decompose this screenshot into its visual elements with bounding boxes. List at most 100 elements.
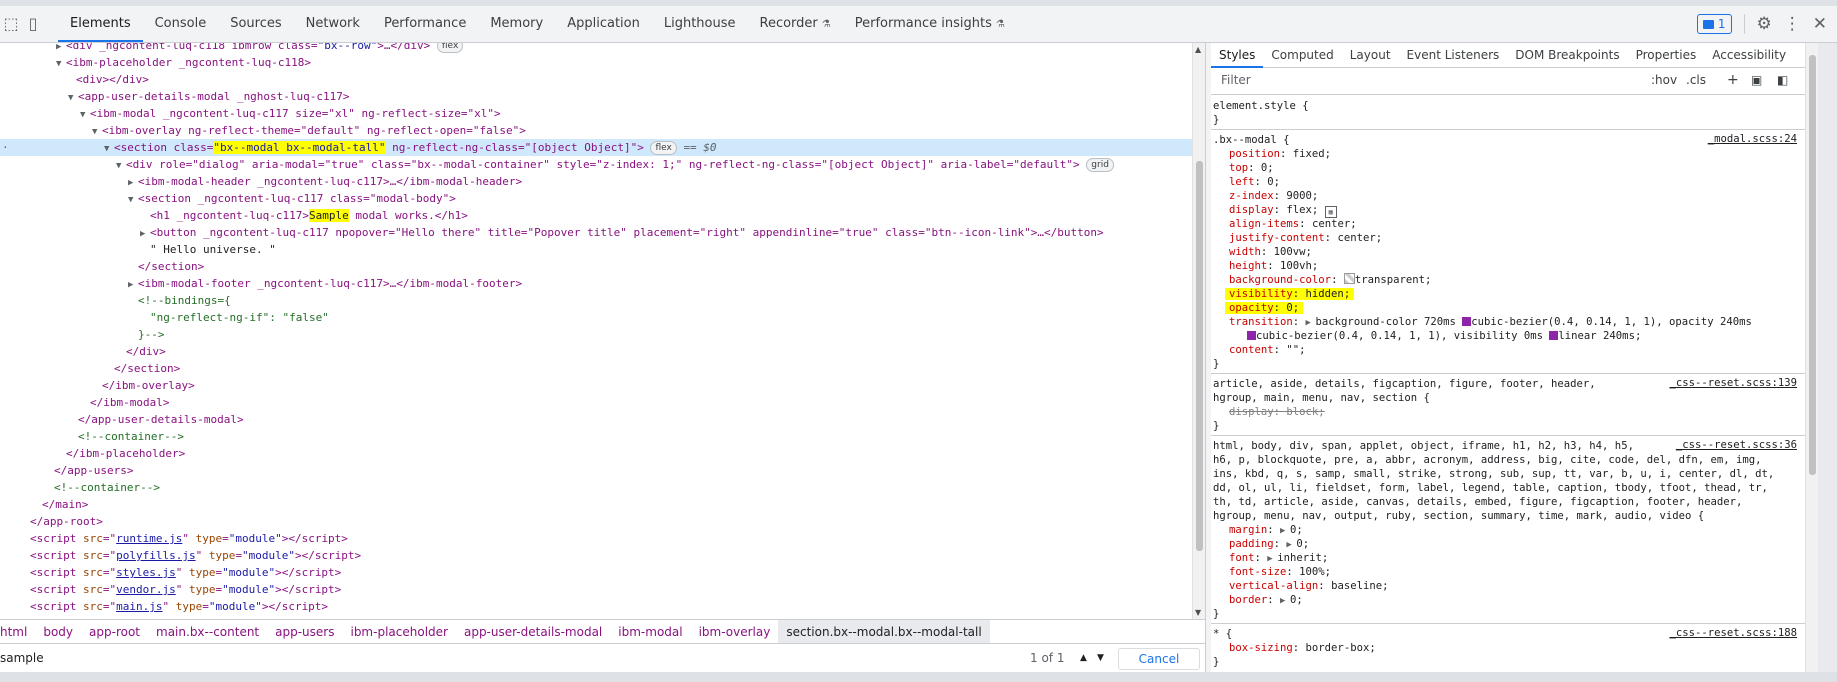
- device-toggle-icon[interactable]: ▯: [24, 15, 42, 33]
- css-declaration[interactable]: transition: ▶ background-color 720ms cubi…: [1211, 315, 1805, 329]
- script-src-link[interactable]: main.js: [116, 600, 162, 613]
- bezier-editor-icon[interactable]: [1462, 317, 1472, 326]
- selection-dots-icon[interactable]: ·: [2, 139, 9, 156]
- dom-script-node[interactable]: <script src="vendor.js" type="module"></…: [0, 581, 1192, 598]
- css-declaration[interactable]: left: 0;: [1211, 175, 1805, 189]
- dom-script-node[interactable]: <script src="styles.js" type="module"></…: [0, 564, 1192, 581]
- tab-event-listeners[interactable]: Event Listeners: [1399, 43, 1508, 67]
- expand-triangle-icon[interactable]: ▶: [1267, 552, 1277, 566]
- search-input[interactable]: sample: [0, 644, 44, 673]
- dom-node[interactable]: </section>: [0, 360, 1192, 377]
- breadcrumb-item[interactable]: ibm-placeholder: [342, 620, 455, 644]
- css-declaration[interactable]: font: ▶ inherit;: [1211, 551, 1805, 565]
- scroll-up-icon[interactable]: ▲: [1195, 45, 1201, 54]
- dom-tree[interactable]: ▶ <div _ngcontent-luq-c118 ibmrow class="…: [0, 43, 1192, 619]
- css-declaration[interactable]: opacity: 0;: [1211, 301, 1805, 315]
- expand-triangle-icon[interactable]: ▶: [1280, 594, 1290, 608]
- paint-brush-icon[interactable]: ▣: [1751, 72, 1762, 89]
- breadcrumb-item[interactable]: app-user-details-modal: [456, 620, 610, 644]
- dom-node[interactable]: </section>: [0, 258, 1192, 275]
- filter-input[interactable]: Filter: [1215, 72, 1651, 89]
- css-declaration[interactable]: height: 100vh;: [1211, 259, 1805, 273]
- dom-node[interactable]: </app-user-details-modal>: [0, 411, 1192, 428]
- dom-node[interactable]: ▶ <ibm-modal-header _ngcontent-luq-c117>……: [0, 173, 1192, 190]
- dom-node[interactable]: ▼ <ibm-modal _ngcontent-luq-c117 size="xl…: [0, 105, 1192, 122]
- dom-script-node[interactable]: <script src="main.js" type="module"></sc…: [0, 598, 1192, 615]
- tab-memory[interactable]: Memory: [478, 6, 555, 42]
- dom-node[interactable]: ▼ <app-user-details-modal _nghost-luq-c11…: [0, 88, 1192, 105]
- script-src-link[interactable]: styles.js: [116, 566, 176, 579]
- tab-properties[interactable]: Properties: [1628, 43, 1705, 67]
- script-src-link[interactable]: runtime.js: [116, 532, 182, 545]
- color-swatch-icon[interactable]: [1343, 273, 1355, 284]
- inspect-icon[interactable]: ⬚: [2, 15, 20, 33]
- dom-node-selected[interactable]: · ▼ <section class="bx--modal bx--modal-ta…: [0, 139, 1192, 156]
- dom-node[interactable]: </ibm-placeholder>: [0, 445, 1192, 462]
- dom-node[interactable]: ▼ <ibm-overlay ng-reflect-theme="default"…: [0, 122, 1192, 139]
- css-declaration[interactable]: justify-content: center;: [1211, 231, 1805, 245]
- css-declaration[interactable]: box-sizing: border-box;: [1211, 641, 1805, 655]
- css-declaration[interactable]: font-size: 100%;: [1211, 565, 1805, 579]
- dom-scrollbar[interactable]: ▲ ▼: [1192, 43, 1206, 619]
- expand-triangle-icon[interactable]: ▶: [1286, 538, 1296, 552]
- tab-recorder[interactable]: Recorder ⚗: [748, 6, 843, 42]
- cls-button[interactable]: .cls: [1686, 72, 1706, 89]
- css-declaration[interactable]: background-color: transparent;: [1211, 273, 1805, 287]
- tab-accessibility[interactable]: Accessibility: [1704, 43, 1794, 67]
- css-declaration[interactable]: margin: ▶ 0;: [1211, 523, 1805, 537]
- dom-text-node[interactable]: " Hello universe. ": [0, 241, 1192, 258]
- css-declaration[interactable]: border: ▶ 0;: [1211, 593, 1805, 607]
- css-declaration[interactable]: padding: ▶ 0;: [1211, 537, 1805, 551]
- dom-node[interactable]: ▶ <ibm-modal-footer _ngcontent-luq-c117>……: [0, 275, 1192, 292]
- dom-node[interactable]: ▶ <div _ngcontent-luq-c118 ibmrow class="…: [0, 43, 1192, 54]
- css-declaration[interactable]: display: flex; ▦: [1211, 203, 1805, 218]
- dom-node[interactable]: </ibm-modal>: [0, 394, 1192, 411]
- dom-node[interactable]: </main>: [0, 496, 1192, 513]
- css-declaration[interactable]: visibility: hidden;: [1211, 287, 1805, 301]
- cancel-button[interactable]: Cancel: [1118, 648, 1200, 670]
- css-declaration-overridden[interactable]: display: block;: [1211, 405, 1805, 419]
- dom-node[interactable]: ▼ <ibm-placeholder _ngcontent-luq-c118>: [0, 54, 1192, 71]
- scrollbar-thumb[interactable]: [1196, 161, 1203, 551]
- dom-comment[interactable]: "ng-reflect-ng-if": "false": [0, 309, 1192, 326]
- tab-console[interactable]: Console: [143, 6, 219, 42]
- close-icon[interactable]: ✕: [1813, 15, 1827, 33]
- toggle-sidebar-icon[interactable]: ◧: [1777, 72, 1788, 89]
- flex-badge[interactable]: flex: [650, 141, 677, 155]
- dom-node[interactable]: </div>: [0, 343, 1192, 360]
- tab-performance[interactable]: Performance: [372, 6, 478, 42]
- dom-node[interactable]: ▶ <button _ngcontent-luq-c117 npopover="H…: [0, 224, 1192, 241]
- script-src-link[interactable]: vendor.js: [116, 583, 176, 596]
- bezier-editor-icon[interactable]: [1247, 331, 1256, 340]
- css-declaration[interactable]: position: fixed;: [1211, 147, 1805, 161]
- styles-scrollbar[interactable]: [1805, 43, 1819, 672]
- search-next-icon[interactable]: ▼: [1097, 653, 1104, 663]
- css-declaration[interactable]: width: 100vw;: [1211, 245, 1805, 259]
- rule-selector[interactable]: element.style {: [1211, 99, 1805, 113]
- dom-node[interactable]: <div></div>: [0, 71, 1192, 88]
- tab-layout[interactable]: Layout: [1342, 43, 1399, 67]
- tab-dom-breakpoints[interactable]: DOM Breakpoints: [1507, 43, 1627, 67]
- breadcrumb-item[interactable]: app-root: [81, 620, 148, 644]
- more-vert-icon[interactable]: ⋮: [1784, 15, 1801, 33]
- dom-comment[interactable]: }-->: [0, 326, 1192, 343]
- expand-triangle-icon[interactable]: ▶: [1280, 524, 1290, 538]
- breadcrumb-item[interactable]: main.bx--content: [148, 620, 267, 644]
- dom-comment[interactable]: <!--container-->: [0, 428, 1192, 445]
- source-link[interactable]: _modal.scss:24: [1708, 133, 1797, 145]
- tab-elements[interactable]: Elements: [58, 6, 143, 42]
- script-src-link[interactable]: polyfills.js: [116, 549, 195, 562]
- scroll-down-icon[interactable]: ▼: [1195, 608, 1201, 617]
- dom-script-node[interactable]: <script src="runtime.js" type="module"><…: [0, 530, 1192, 547]
- dom-node[interactable]: <h1 _ngcontent-luq-c117>Sample modal wor…: [0, 207, 1192, 224]
- dom-node[interactable]: </ibm-overlay>: [0, 377, 1192, 394]
- tab-performance-insights[interactable]: Performance insights ⚗: [843, 6, 1017, 42]
- dom-script-node[interactable]: <script src="polyfills.js" type="module"…: [0, 547, 1192, 564]
- css-declaration[interactable]: top: 0;: [1211, 161, 1805, 175]
- source-link[interactable]: _css--reset.scss:188: [1669, 627, 1797, 639]
- breadcrumb-item-active[interactable]: section.bx--modal.bx--modal-tall: [778, 620, 990, 644]
- dom-node[interactable]: </app-users>: [0, 462, 1192, 479]
- source-link[interactable]: _css--reset.scss:36: [1676, 439, 1797, 451]
- breadcrumb-item[interactable]: app-users: [267, 620, 342, 644]
- css-declaration[interactable]: z-index: 9000;: [1211, 189, 1805, 203]
